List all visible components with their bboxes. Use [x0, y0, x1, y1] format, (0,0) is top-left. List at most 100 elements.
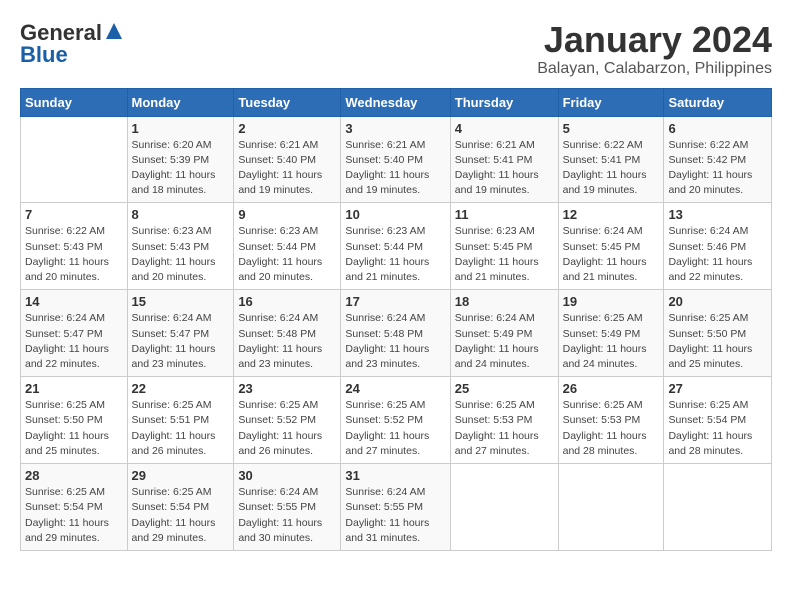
day-number: 29	[132, 468, 230, 483]
day-number: 30	[238, 468, 336, 483]
calendar-cell: 22 Sunrise: 6:25 AM Sunset: 5:51 PM Dayli…	[127, 377, 234, 464]
week-row-0: 1Sunrise: 6:20 AM Sunset: 5:39 PM Daylig…	[21, 116, 772, 203]
calendar-cell: 5 Sunrise: 6:22 AM Sunset: 5:41 PM Daylig…	[558, 116, 664, 203]
title-area: January 2024 Balayan, Calabarzon, Philip…	[537, 20, 772, 78]
calendar-cell: 30 Sunrise: 6:24 AM Sunset: 5:55 PM Dayli…	[234, 464, 341, 551]
day-info: Sunrise: 6:25 AM Sunset: 5:50 PM Dayligh…	[25, 398, 123, 459]
month-title: January 2024	[537, 20, 772, 60]
day-info: Sunrise: 6:25 AM Sunset: 5:52 PM Dayligh…	[238, 398, 336, 459]
day-info: Sunrise: 6:25 AM Sunset: 5:53 PM Dayligh…	[563, 398, 660, 459]
calendar-cell: 6Sunrise: 6:22 AM Sunset: 5:42 PM Daylig…	[664, 116, 772, 203]
header: General Blue January 2024 Balayan, Calab…	[20, 20, 772, 78]
day-info: Sunrise: 6:24 AM Sunset: 5:55 PM Dayligh…	[345, 485, 445, 546]
calendar-cell: 16 Sunrise: 6:24 AM Sunset: 5:48 PM Dayli…	[234, 290, 341, 377]
calendar-cell: 11Sunrise: 6:23 AM Sunset: 5:45 PM Dayli…	[450, 203, 558, 290]
day-number: 1	[132, 121, 230, 136]
day-number: 22	[132, 381, 230, 396]
calendar-cell: 7 Sunrise: 6:22 AM Sunset: 5:43 PM Daylig…	[21, 203, 128, 290]
calendar-cell: 31 Sunrise: 6:24 AM Sunset: 5:55 PM Dayli…	[341, 464, 450, 551]
calendar-cell	[21, 116, 128, 203]
day-number: 17	[345, 294, 445, 309]
day-info: Sunrise: 6:25 AM Sunset: 5:54 PM Dayligh…	[25, 485, 123, 546]
day-number: 4	[455, 121, 554, 136]
calendar-cell: 9 Sunrise: 6:23 AM Sunset: 5:44 PM Daylig…	[234, 203, 341, 290]
day-number: 11	[455, 207, 554, 222]
week-row-4: 28 Sunrise: 6:25 AM Sunset: 5:54 PM Dayli…	[21, 464, 772, 551]
calendar-cell: 15 Sunrise: 6:24 AM Sunset: 5:47 PM Dayli…	[127, 290, 234, 377]
header-day-sunday: Sunday	[21, 88, 128, 116]
day-info: Sunrise: 6:24 AM Sunset: 5:46 PM Dayligh…	[668, 224, 767, 285]
header-day-tuesday: Tuesday	[234, 88, 341, 116]
calendar-cell: 2 Sunrise: 6:21 AM Sunset: 5:40 PM Daylig…	[234, 116, 341, 203]
calendar-cell: 10Sunrise: 6:23 AM Sunset: 5:44 PM Dayli…	[341, 203, 450, 290]
calendar-body: 1Sunrise: 6:20 AM Sunset: 5:39 PM Daylig…	[21, 116, 772, 550]
day-info: Sunrise: 6:21 AM Sunset: 5:40 PM Dayligh…	[345, 138, 445, 199]
header-row: SundayMondayTuesdayWednesdayThursdayFrid…	[21, 88, 772, 116]
day-number: 15	[132, 294, 230, 309]
day-number: 8	[132, 207, 230, 222]
day-number: 9	[238, 207, 336, 222]
day-info: Sunrise: 6:25 AM Sunset: 5:51 PM Dayligh…	[132, 398, 230, 459]
day-number: 31	[345, 468, 445, 483]
logo-icon	[104, 21, 124, 41]
calendar-cell: 17Sunrise: 6:24 AM Sunset: 5:48 PM Dayli…	[341, 290, 450, 377]
day-info: Sunrise: 6:21 AM Sunset: 5:41 PM Dayligh…	[455, 138, 554, 199]
calendar-cell: 4 Sunrise: 6:21 AM Sunset: 5:41 PM Daylig…	[450, 116, 558, 203]
location-title: Balayan, Calabarzon, Philippines	[537, 60, 772, 78]
day-info: Sunrise: 6:25 AM Sunset: 5:50 PM Dayligh…	[668, 311, 767, 372]
day-info: Sunrise: 6:24 AM Sunset: 5:55 PM Dayligh…	[238, 485, 336, 546]
header-day-friday: Friday	[558, 88, 664, 116]
day-number: 16	[238, 294, 336, 309]
calendar-cell: 3Sunrise: 6:21 AM Sunset: 5:40 PM Daylig…	[341, 116, 450, 203]
day-info: Sunrise: 6:25 AM Sunset: 5:53 PM Dayligh…	[455, 398, 554, 459]
day-info: Sunrise: 6:24 AM Sunset: 5:45 PM Dayligh…	[563, 224, 660, 285]
calendar-cell: 28 Sunrise: 6:25 AM Sunset: 5:54 PM Dayli…	[21, 464, 128, 551]
calendar-header: SundayMondayTuesdayWednesdayThursdayFrid…	[21, 88, 772, 116]
day-info: Sunrise: 6:24 AM Sunset: 5:47 PM Dayligh…	[25, 311, 123, 372]
calendar-cell: 18 Sunrise: 6:24 AM Sunset: 5:49 PM Dayli…	[450, 290, 558, 377]
day-number: 21	[25, 381, 123, 396]
day-info: Sunrise: 6:25 AM Sunset: 5:54 PM Dayligh…	[668, 398, 767, 459]
calendar-cell: 19Sunrise: 6:25 AM Sunset: 5:49 PM Dayli…	[558, 290, 664, 377]
header-day-saturday: Saturday	[664, 88, 772, 116]
day-info: Sunrise: 6:23 AM Sunset: 5:44 PM Dayligh…	[238, 224, 336, 285]
header-day-thursday: Thursday	[450, 88, 558, 116]
day-number: 26	[563, 381, 660, 396]
calendar-cell: 21 Sunrise: 6:25 AM Sunset: 5:50 PM Dayli…	[21, 377, 128, 464]
day-info: Sunrise: 6:21 AM Sunset: 5:40 PM Dayligh…	[238, 138, 336, 199]
day-number: 7	[25, 207, 123, 222]
day-info: Sunrise: 6:24 AM Sunset: 5:48 PM Dayligh…	[238, 311, 336, 372]
calendar-cell: 14Sunrise: 6:24 AM Sunset: 5:47 PM Dayli…	[21, 290, 128, 377]
week-row-2: 14Sunrise: 6:24 AM Sunset: 5:47 PM Dayli…	[21, 290, 772, 377]
calendar-cell: 25 Sunrise: 6:25 AM Sunset: 5:53 PM Dayli…	[450, 377, 558, 464]
day-number: 24	[345, 381, 445, 396]
day-number: 23	[238, 381, 336, 396]
day-info: Sunrise: 6:25 AM Sunset: 5:52 PM Dayligh…	[345, 398, 445, 459]
day-number: 2	[238, 121, 336, 136]
calendar-cell: 26 Sunrise: 6:25 AM Sunset: 5:53 PM Dayli…	[558, 377, 664, 464]
day-info: Sunrise: 6:22 AM Sunset: 5:41 PM Dayligh…	[563, 138, 660, 199]
calendar-cell: 23 Sunrise: 6:25 AM Sunset: 5:52 PM Dayli…	[234, 377, 341, 464]
day-info: Sunrise: 6:22 AM Sunset: 5:43 PM Dayligh…	[25, 224, 123, 285]
calendar-cell: 27Sunrise: 6:25 AM Sunset: 5:54 PM Dayli…	[664, 377, 772, 464]
header-day-wednesday: Wednesday	[341, 88, 450, 116]
calendar-cell	[450, 464, 558, 551]
day-info: Sunrise: 6:24 AM Sunset: 5:47 PM Dayligh…	[132, 311, 230, 372]
day-info: Sunrise: 6:23 AM Sunset: 5:44 PM Dayligh…	[345, 224, 445, 285]
day-number: 5	[563, 121, 660, 136]
logo: General Blue	[20, 20, 124, 68]
day-info: Sunrise: 6:24 AM Sunset: 5:49 PM Dayligh…	[455, 311, 554, 372]
day-number: 12	[563, 207, 660, 222]
day-info: Sunrise: 6:22 AM Sunset: 5:42 PM Dayligh…	[668, 138, 767, 199]
logo-blue-text: Blue	[20, 42, 68, 68]
day-number: 19	[563, 294, 660, 309]
day-number: 20	[668, 294, 767, 309]
day-number: 28	[25, 468, 123, 483]
calendar-cell: 8 Sunrise: 6:23 AM Sunset: 5:43 PM Daylig…	[127, 203, 234, 290]
header-day-monday: Monday	[127, 88, 234, 116]
day-number: 18	[455, 294, 554, 309]
calendar-cell: 13Sunrise: 6:24 AM Sunset: 5:46 PM Dayli…	[664, 203, 772, 290]
day-info: Sunrise: 6:23 AM Sunset: 5:43 PM Dayligh…	[132, 224, 230, 285]
calendar-cell: 24 Sunrise: 6:25 AM Sunset: 5:52 PM Dayli…	[341, 377, 450, 464]
day-number: 25	[455, 381, 554, 396]
